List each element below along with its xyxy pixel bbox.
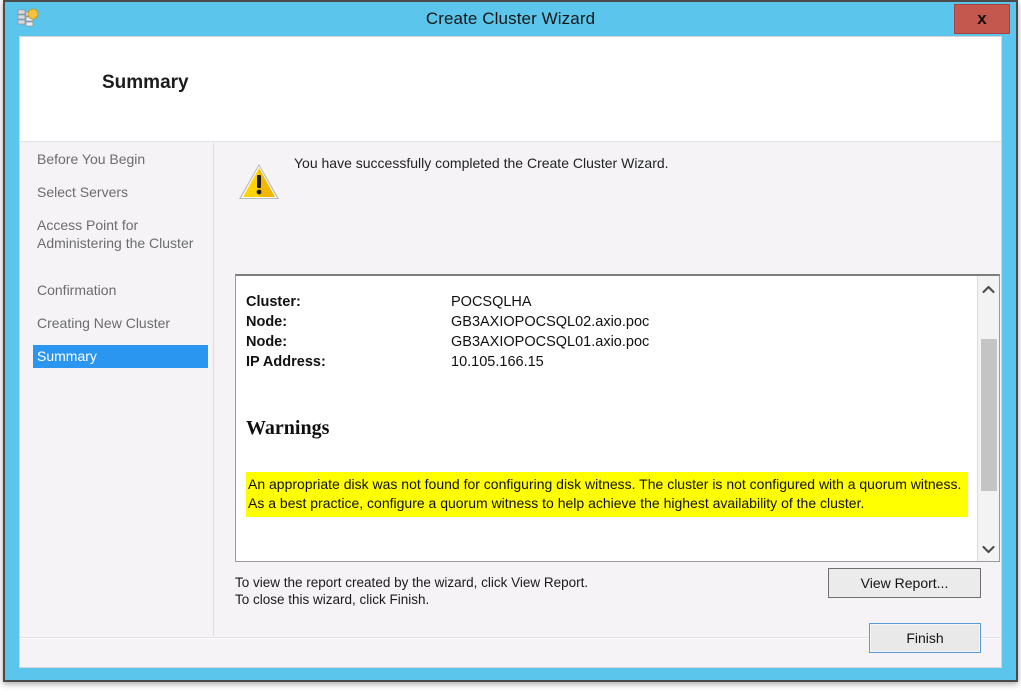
warning-triangle-icon — [236, 159, 282, 205]
table-row: Cluster: POCSQLHA — [246, 293, 649, 313]
sidebar-item-confirmation[interactable]: Confirmation — [33, 279, 208, 302]
warnings-heading: Warnings — [246, 417, 330, 439]
page-title: Summary — [102, 72, 189, 93]
sidebar-item-before-you-begin[interactable]: Before You Begin — [33, 148, 208, 171]
report-key-ip-address: IP Address: — [246, 354, 326, 370]
table-row: Node: GB3AXIOPOCSQL02.axio.poc — [246, 313, 649, 333]
chevron-down-icon[interactable] — [978, 538, 999, 560]
close-button[interactable]: x — [954, 4, 1010, 34]
report-value-node-2: GB3AXIOPOCSQL01.axio.poc — [451, 334, 650, 350]
chevron-up-icon[interactable] — [978, 278, 999, 300]
table-row: IP Address: 10.105.166.15 — [246, 353, 649, 373]
warning-message-highlight: An appropriate disk was not found for co… — [246, 472, 968, 517]
view-report-button[interactable]: View Report... — [828, 568, 981, 598]
finish-button[interactable]: Finish — [869, 623, 981, 653]
window-title: Create Cluster Wizard — [425, 9, 596, 28]
hint-line-1: To view the report created by the wizard… — [235, 575, 589, 590]
status-message: You have successfully completed the Crea… — [294, 155, 669, 171]
report-key-node-1: Node: — [246, 314, 288, 330]
background-window-strip: Create Cluster — [0, 682, 1021, 695]
title-bar: Create Cluster Wizard x — [5, 2, 1016, 36]
content-area: You have successfully completed the Crea… — [215, 143, 1001, 636]
hint-text: To view the report created by the wizard… — [235, 574, 588, 608]
table-row: Node: GB3AXIOPOCSQL01.axio.poc — [246, 333, 649, 353]
hint-line-2: To close this wizard, click Finish. — [235, 592, 430, 607]
footer-bar: Finish — [20, 623, 1001, 667]
report-scrollbar[interactable] — [977, 276, 999, 561]
status-row: You have successfully completed the Crea… — [215, 143, 1001, 215]
scrollbar-thumb[interactable] — [981, 339, 997, 491]
sidebar-item-access-point[interactable]: Access Point for Administering the Clust… — [33, 214, 208, 255]
sidebar-item-select-servers[interactable]: Select Servers — [33, 181, 208, 204]
page-header: Summary — [20, 37, 1001, 142]
report-box: Cluster: POCSQLHA Node: GB3AXIOPOCSQL02.… — [235, 274, 1000, 562]
report-value-ip-address: 10.105.166.15 — [451, 354, 544, 370]
wizard-step-sidebar: Before You Begin Select Servers Access P… — [20, 143, 214, 636]
report-key-cluster: Cluster: — [246, 294, 301, 310]
sidebar-item-creating-new-cluster[interactable]: Creating New Cluster — [33, 312, 208, 335]
report-key-node-2: Node: — [246, 334, 288, 350]
report-value-cluster: POCSQLHA — [451, 294, 532, 310]
report-value-node-1: GB3AXIOPOCSQL02.axio.poc — [451, 314, 650, 330]
create-cluster-wizard-dialog: Create Cluster Wizard x Summary Before Y… — [3, 0, 1018, 682]
report-summary-table: Cluster: POCSQLHA Node: GB3AXIOPOCSQL02.… — [246, 293, 649, 373]
report-content: Cluster: POCSQLHA Node: GB3AXIOPOCSQL02.… — [236, 276, 977, 561]
dialog-body: Summary Before You Begin Select Servers … — [19, 36, 1002, 668]
sidebar-item-summary[interactable]: Summary — [33, 345, 208, 368]
